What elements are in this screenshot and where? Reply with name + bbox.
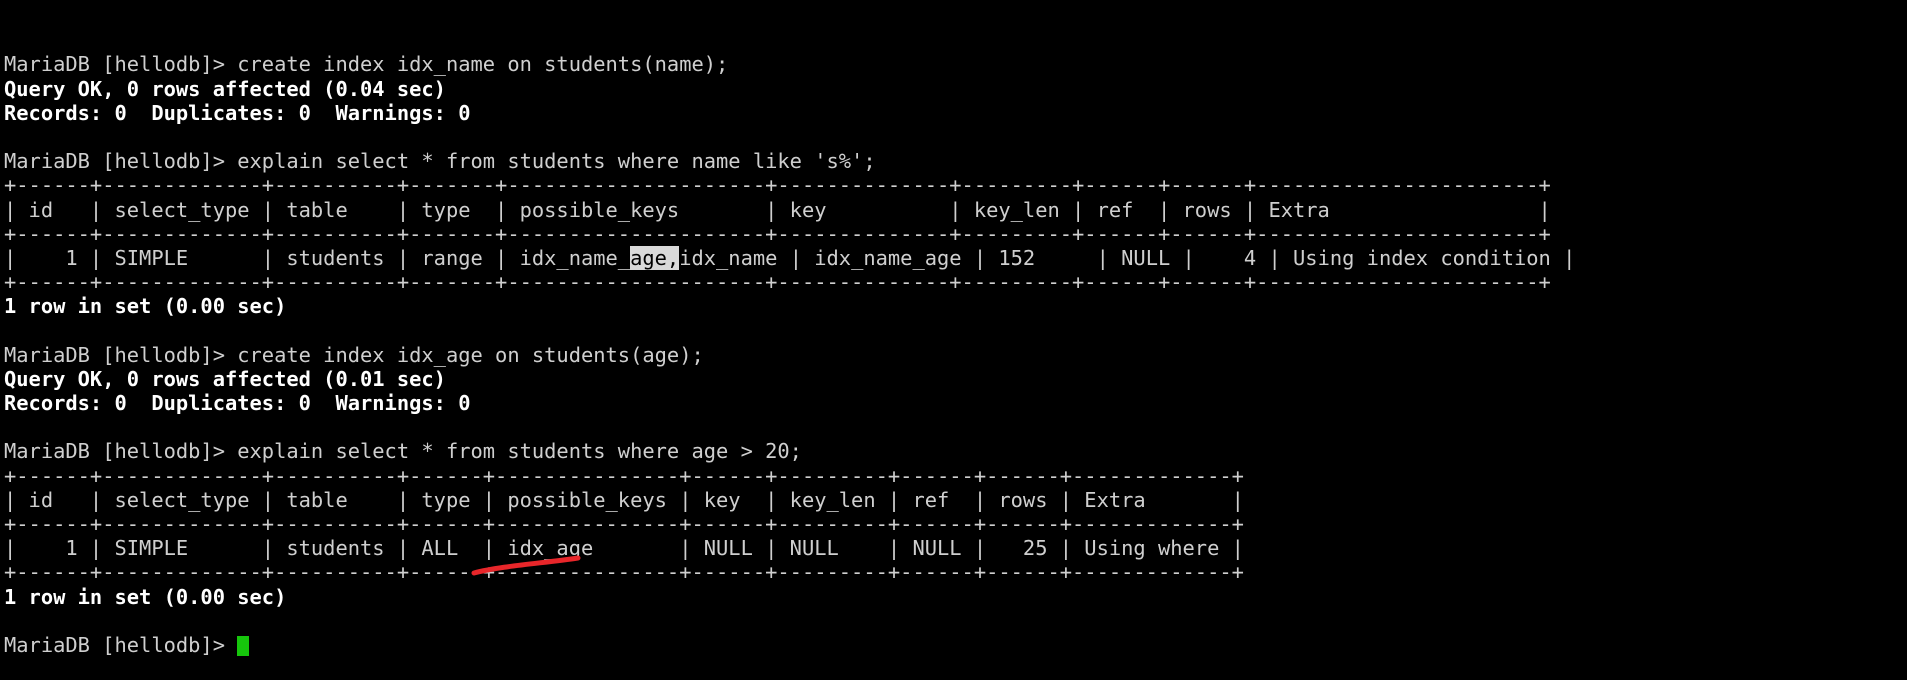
terminal-line xyxy=(4,125,1907,149)
selected-text[interactable]: age, xyxy=(630,245,680,270)
line-text: +------+-------------+----------+-------… xyxy=(4,270,1551,295)
terminal-line: 1 row in set (0.00 sec) xyxy=(4,294,1907,318)
terminal-line: +------+-------------+----------+-------… xyxy=(4,173,1907,197)
terminal-line xyxy=(4,318,1907,342)
terminal-line: MariaDB [hellodb]> create index idx_name… xyxy=(4,52,1907,76)
terminal-line: 1 row in set (0.00 sec) xyxy=(4,585,1907,609)
terminal-line: +------+-------------+----------+------+… xyxy=(4,464,1907,488)
line-text: Records: 0 Duplicates: 0 Warnings: 0 xyxy=(4,391,471,416)
line-text: MariaDB [hellodb]> explain select * from… xyxy=(4,149,876,174)
terminal-line: Query OK, 0 rows affected (0.04 sec) xyxy=(4,77,1907,101)
terminal-line: Records: 0 Duplicates: 0 Warnings: 0 xyxy=(4,101,1907,125)
line-text: MariaDB [hellodb]> explain select * from… xyxy=(4,439,802,464)
line-text: idx_name | idx_name_age | 152 | NULL | 4… xyxy=(679,245,1576,270)
line-text: +------+-------------+----------+-------… xyxy=(4,173,1551,198)
line-text: Records: 0 Duplicates: 0 Warnings: 0 xyxy=(4,100,471,125)
line-text: MariaDB [hellodb]> create index idx_age … xyxy=(4,342,704,367)
terminal-line xyxy=(4,609,1907,633)
terminal-line: +------+-------------+----------+------+… xyxy=(4,512,1907,536)
line-text: | 1 | SIMPLE | students | ALL | idx_age … xyxy=(4,536,1244,561)
line-text: Query OK, 0 rows affected (0.01 sec) xyxy=(4,366,446,391)
terminal-line: MariaDB [hellodb]> explain select * from… xyxy=(4,439,1907,463)
terminal-line: MariaDB [hellodb]> create index idx_age … xyxy=(4,343,1907,367)
terminal-line: +------+-------------+----------+------+… xyxy=(4,560,1907,584)
terminal-line: Query OK, 0 rows affected (0.01 sec) xyxy=(4,367,1907,391)
line-text: | 1 | SIMPLE | students | range | idx_na… xyxy=(4,245,631,270)
terminal-line xyxy=(4,415,1907,439)
line-text xyxy=(4,609,16,633)
line-text xyxy=(4,318,16,342)
line-text: +------+-------------+----------+------+… xyxy=(4,463,1244,488)
terminal-line: MariaDB [hellodb]> explain select * from… xyxy=(4,149,1907,173)
line-text: +------+-------------+----------+------+… xyxy=(4,560,1244,585)
line-text xyxy=(4,125,16,149)
line-text: 1 row in set (0.00 sec) xyxy=(4,294,287,319)
terminal-line: | id | select_type | table | type | poss… xyxy=(4,198,1907,222)
terminal-window[interactable]: MariaDB [hellodb]> create index idx_name… xyxy=(0,0,1907,680)
terminal-line: | 1 | SIMPLE | students | ALL | idx_age … xyxy=(4,536,1907,560)
text-cursor xyxy=(237,635,250,656)
terminal-line: +------+-------------+----------+-------… xyxy=(4,270,1907,294)
line-text: +------+-------------+----------+------+… xyxy=(4,511,1244,536)
terminal-line: | id | select_type | table | type | poss… xyxy=(4,488,1907,512)
terminal-line: MariaDB [hellodb]> xyxy=(4,633,1907,657)
line-text: 1 row in set (0.00 sec) xyxy=(4,584,287,609)
terminal-line: Records: 0 Duplicates: 0 Warnings: 0 xyxy=(4,391,1907,415)
line-text: Query OK, 0 rows affected (0.04 sec) xyxy=(4,76,446,101)
line-text: | id | select_type | table | type | poss… xyxy=(4,487,1244,512)
line-text: | id | select_type | table | type | poss… xyxy=(4,197,1551,222)
terminal-line: | 1 | SIMPLE | students | range | idx_na… xyxy=(4,245,1907,270)
line-text xyxy=(4,415,16,439)
line-text: MariaDB [hellodb]> xyxy=(4,632,238,657)
line-text: MariaDB [hellodb]> create index idx_name… xyxy=(4,52,729,77)
terminal-line: +------+-------------+----------+-------… xyxy=(4,222,1907,246)
line-text: +------+-------------+----------+-------… xyxy=(4,221,1551,246)
